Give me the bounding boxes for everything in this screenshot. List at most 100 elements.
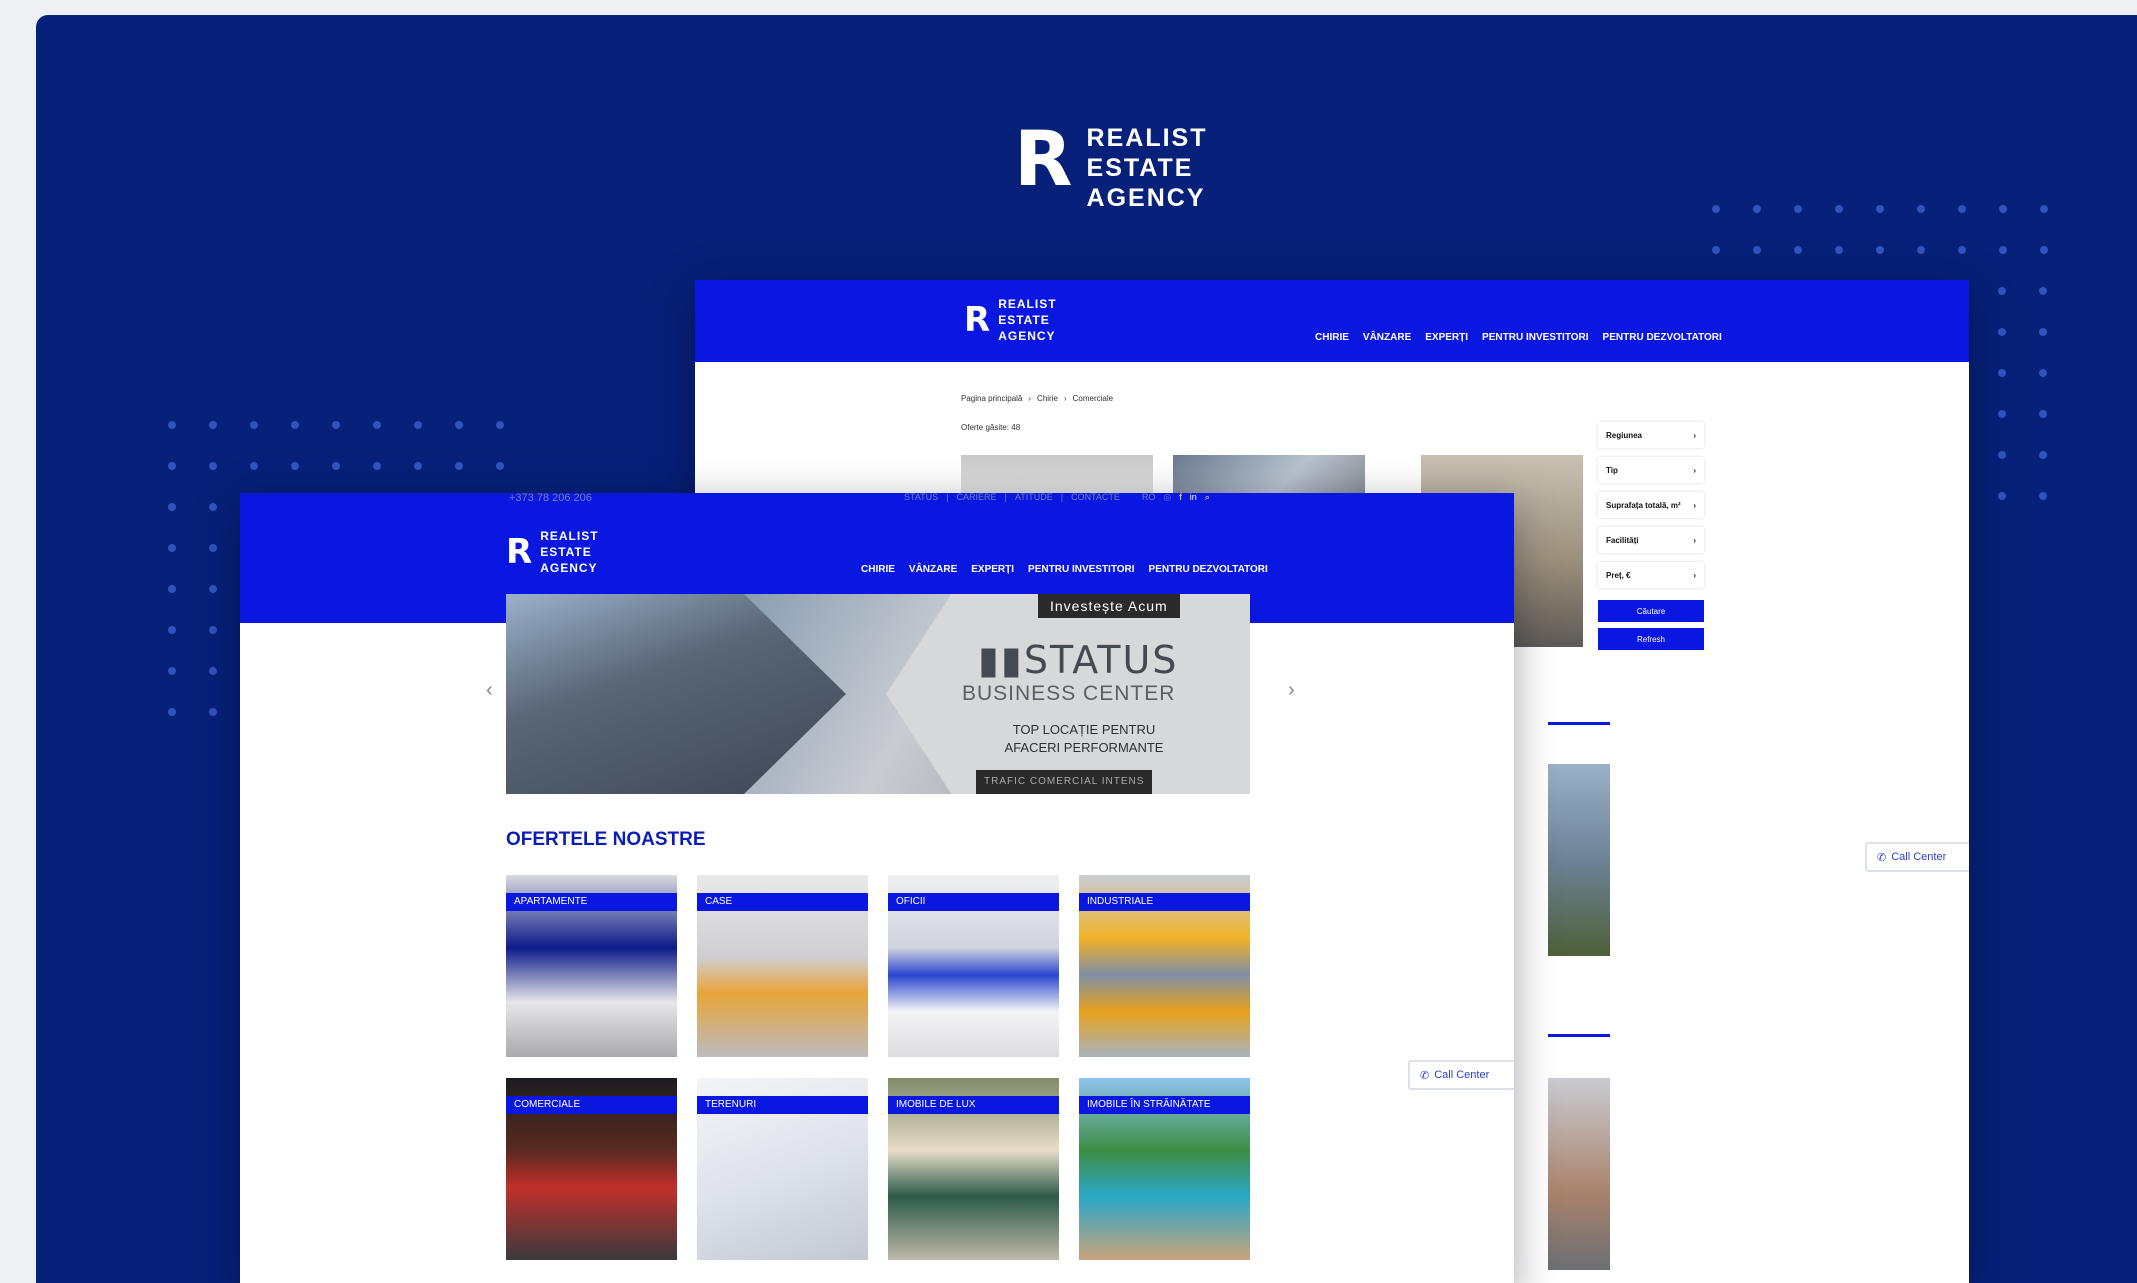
logo-line: AGENCY — [540, 561, 598, 575]
nav-item[interactable]: PENTRU INVESTITORI — [1482, 332, 1589, 343]
logo-line: AGENCY — [1086, 184, 1206, 212]
filter-region[interactable]: Regiunea › — [1598, 422, 1704, 448]
linkedin-icon[interactable]: in — [1190, 493, 1197, 503]
category-tile[interactable]: IMOBILE DE LUX — [888, 1078, 1059, 1260]
logo-line: AGENCY — [998, 329, 1056, 343]
search-icon[interactable]: ⌕ — [1205, 493, 1210, 503]
category-tile[interactable]: INDUSTRIALE — [1079, 875, 1250, 1057]
back-header — [695, 280, 1969, 362]
top-link[interactable]: ATITUDE — [1015, 493, 1053, 503]
logo-mark: R — [964, 300, 991, 340]
banner-cta[interactable]: Investește Acum — [1038, 594, 1180, 618]
dot-grid-right-column — [1998, 287, 2047, 500]
nav-item[interactable]: EXPERȚI — [1425, 332, 1468, 343]
banner-title-text: STATUS — [1023, 638, 1179, 682]
logo-words: REALIST ESTATE AGENCY — [998, 296, 1056, 344]
call-center-button[interactable]: ✆ Call Center — [1408, 1060, 1514, 1090]
tile-label: OFICII — [888, 893, 1059, 911]
front-nav: CHIRIE VÂNZARE EXPERȚI PENTRU INVESTITOR… — [861, 564, 1268, 575]
top-link[interactable]: CARIERE — [957, 493, 997, 503]
top-link[interactable]: CONTACTE — [1071, 493, 1120, 503]
banner-photo-left — [506, 594, 846, 794]
banner-subtitle: BUSINESS CENTER — [962, 682, 1176, 705]
category-tile[interactable]: OFICII — [888, 875, 1059, 1057]
category-tile[interactable]: APARTAMENTE — [506, 875, 677, 1057]
category-tile[interactable]: COMERCIALE — [506, 1078, 677, 1260]
refresh-button[interactable]: Refresh — [1598, 628, 1704, 650]
logo-line: ESTATE — [998, 313, 1050, 327]
logo-line: ESTATE — [1086, 154, 1194, 182]
breadcrumb: Pagina principală › Chirie › Comerciale — [961, 394, 1114, 403]
building-icon: ▮▮ — [978, 638, 1024, 682]
listing-photo[interactable] — [1173, 455, 1365, 495]
search-button[interactable]: Căutare — [1598, 600, 1704, 622]
tile-label: COMERCIALE — [506, 1096, 677, 1114]
nav-item[interactable]: CHIRIE — [1315, 332, 1349, 343]
logo-mark: R — [506, 532, 533, 572]
section-title: OFERTELE NOASTRE — [506, 829, 706, 850]
promo-banner[interactable]: Investește Acum ▮▮STATUS BUSINESS CENTER… — [506, 594, 1250, 794]
listing-photo[interactable] — [961, 455, 1153, 495]
tile-label: INDUSTRIALE — [1079, 893, 1250, 911]
breadcrumb-item[interactable]: Comerciale — [1073, 394, 1113, 403]
banner-tag-line: AFACERI PERFORMANTE — [1004, 740, 1164, 755]
nav-item[interactable]: VÂNZARE — [1363, 332, 1411, 343]
banner-tag-line: TOP LOCAȚIE PENTRU — [1012, 722, 1156, 737]
listing-photo[interactable] — [1548, 1078, 1610, 1270]
front-logo[interactable]: R REALIST ESTATE AGENCY — [506, 528, 599, 576]
logo-mark: R — [1014, 121, 1073, 209]
chevron-right-icon[interactable]: › — [1288, 679, 1295, 702]
tile-label: IMOBILE ÎN STRĂINĂTATE — [1079, 1096, 1250, 1114]
logo-line: REALIST — [540, 529, 599, 543]
filter-area[interactable]: Suprafața totală, m² › — [1598, 492, 1704, 518]
listing-photo[interactable] — [1548, 764, 1610, 956]
call-center-label: Call Center — [1891, 851, 1947, 863]
call-center-label: Call Center — [1434, 1069, 1490, 1081]
phone-number[interactable]: +373 78 206 206 — [509, 493, 592, 504]
nav-item[interactable]: PENTRU INVESTITORI — [1028, 564, 1135, 575]
nav-item[interactable]: VÂNZARE — [909, 564, 957, 575]
breadcrumb-item[interactable]: Pagina principală — [961, 394, 1022, 403]
nav-item[interactable]: PENTRU DEZVOLTATORI — [1149, 564, 1268, 575]
breadcrumb-item[interactable]: Chirie — [1037, 394, 1058, 403]
dot-grid-right — [1712, 205, 2048, 254]
dot-grid-left-column — [168, 503, 217, 716]
showcase-frame: R REALIST ESTATE AGENCY R REALIST ESTATE… — [36, 15, 2137, 1283]
category-tile[interactable]: IMOBILE ÎN STRĂINĂTATE — [1079, 1078, 1250, 1260]
back-nav: CHIRIE VÂNZARE EXPERȚI PENTRU INVESTITOR… — [1315, 332, 1722, 343]
nav-item[interactable]: CHIRIE — [861, 564, 895, 575]
phone-icon: ✆ — [1877, 851, 1887, 864]
tile-label: TERENURI — [697, 1096, 868, 1114]
divider — [1548, 1034, 1610, 1037]
category-tile[interactable]: TERENURI — [697, 1078, 868, 1260]
language-switch[interactable]: RO — [1142, 493, 1156, 503]
back-logo[interactable]: R REALIST ESTATE AGENCY — [964, 296, 1057, 344]
filter-panel: Regiunea › Tip › Suprafața totală, m² › Fac… — [1598, 422, 1704, 652]
filter-price[interactable]: Preț, € › — [1598, 562, 1704, 588]
phone-icon: ✆ — [1420, 1069, 1430, 1082]
nav-item[interactable]: PENTRU DEZVOLTATORI — [1603, 332, 1722, 343]
logo-line: ESTATE — [540, 545, 592, 559]
instagram-icon[interactable]: ◎ — [1163, 493, 1171, 503]
call-center-button[interactable]: ✆ Call Center — [1865, 842, 1969, 872]
logo-line: REALIST — [1086, 124, 1208, 152]
divider — [1548, 722, 1610, 725]
tile-label: APARTAMENTE — [506, 893, 677, 911]
logo-line: REALIST — [998, 297, 1057, 311]
filter-facilities[interactable]: Facilități › — [1598, 527, 1704, 553]
logo-words: REALIST ESTATE AGENCY — [1087, 123, 1208, 213]
filter-type[interactable]: Tip › — [1598, 457, 1704, 483]
facebook-icon[interactable]: f — [1179, 493, 1182, 503]
chevron-left-icon[interactable]: ‹ — [486, 679, 493, 702]
dot-grid-left — [168, 421, 504, 470]
banner-title: ▮▮STATUS — [978, 638, 1178, 682]
category-tile[interactable]: CASE — [697, 875, 868, 1057]
banner-footer: TRAFIC COMERCIAL INTENS — [976, 770, 1153, 794]
tile-label: IMOBILE DE LUX — [888, 1096, 1059, 1114]
banner-tagline: TOP LOCAȚIE PENTRU AFACERI PERFORMANTE — [974, 721, 1194, 757]
nav-item[interactable]: EXPERȚI — [971, 564, 1014, 575]
top-link[interactable]: STATUS — [904, 493, 938, 503]
front-window: +373 78 206 206 STATUS | CARIERE | ATITUDE… — [240, 493, 1514, 1283]
top-links: STATUS | CARIERE | ATITUDE | CONTACTE RO ◎ … — [904, 493, 1210, 503]
tile-label: CASE — [697, 893, 868, 911]
